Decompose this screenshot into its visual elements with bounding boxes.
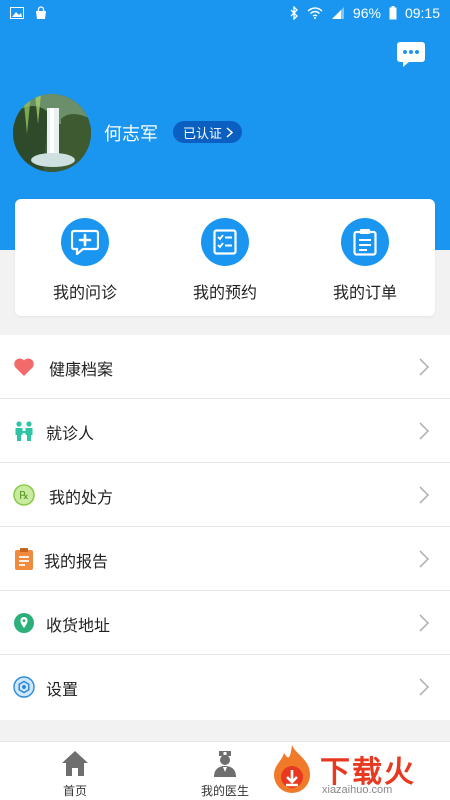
wifi-icon — [307, 7, 323, 19]
people-icon — [12, 419, 36, 443]
menu-item-label: 收货地址 — [46, 618, 111, 635]
settings-menu: 健康档案 就诊人 ℞ 我的处方 我的报告 收货地址 设置 — [0, 335, 450, 720]
location-pin-icon — [12, 611, 36, 635]
action-label: 我的订单 — [332, 285, 397, 302]
battery-icon — [389, 6, 397, 20]
consult-icon — [61, 218, 109, 266]
verified-label: 已认证 — [183, 125, 223, 141]
chevron-right-icon — [419, 678, 430, 696]
watermark-url: xiazaihuo.com — [322, 784, 393, 796]
menu-item-label: 就诊人 — [46, 426, 95, 443]
settings-icon — [12, 675, 36, 699]
home-icon — [62, 751, 88, 776]
checklist-icon — [201, 218, 249, 266]
my-consultations-button[interactable]: 我的问诊 — [15, 199, 155, 316]
clipboard-icon — [341, 218, 389, 266]
action-label: 我的预约 — [192, 285, 257, 302]
watermark-logo: 下载火 xiazaihuo.com — [262, 741, 450, 800]
flame-logo-icon — [274, 745, 310, 793]
menu-item-reports[interactable]: 我的报告 — [0, 527, 450, 591]
doctor-icon — [214, 751, 236, 777]
quick-actions-card: 我的问诊 我的预约 我的订单 — [15, 199, 435, 316]
menu-item-prescriptions[interactable]: ℞ 我的处方 — [0, 463, 450, 527]
bag-icon — [36, 6, 46, 19]
chevron-right-icon — [419, 614, 430, 632]
battery-percent: 96% — [352, 5, 381, 21]
menu-item-settings[interactable]: 设置 — [0, 655, 450, 719]
chevron-right-icon — [419, 550, 430, 568]
action-label: 我的问诊 — [52, 285, 117, 302]
menu-item-label: 我的处方 — [49, 490, 114, 507]
message-dots-icon[interactable] — [396, 40, 426, 70]
tab-home[interactable]: 首页 — [25, 742, 125, 800]
menu-item-label: 健康档案 — [49, 362, 114, 379]
chevron-right-icon — [419, 358, 430, 376]
user-name: 何志军 — [104, 124, 158, 144]
menu-item-shipping-address[interactable]: 收货地址 — [0, 591, 450, 655]
report-icon — [12, 547, 36, 571]
menu-item-health-records[interactable]: 健康档案 — [0, 335, 450, 399]
heart-icon — [12, 355, 36, 379]
clock: 09:15 — [404, 5, 440, 21]
my-appointments-button[interactable]: 我的预约 — [155, 199, 295, 316]
svg-text:℞: ℞ — [19, 490, 29, 502]
tab-label: 我的医生 — [200, 784, 249, 798]
my-orders-button[interactable]: 我的订单 — [295, 199, 435, 316]
avatar[interactable] — [13, 94, 91, 172]
verified-badge[interactable]: 已认证 — [173, 121, 243, 143]
menu-item-label: 我的报告 — [44, 554, 109, 571]
bluetooth-icon — [290, 6, 298, 20]
tab-my-doctor[interactable]: 我的医生 — [175, 742, 275, 800]
status-bar: 96% 09:15 — [0, 0, 450, 28]
chevron-right-icon — [419, 422, 430, 440]
signal-icon — [331, 7, 344, 19]
image-icon — [10, 7, 24, 19]
menu-item-label: 设置 — [46, 682, 79, 699]
menu-item-patients[interactable]: 就诊人 — [0, 399, 450, 463]
prescription-icon: ℞ — [12, 483, 36, 507]
chevron-right-icon — [419, 486, 430, 504]
chevron-right-icon — [226, 126, 234, 138]
tab-label: 首页 — [62, 784, 87, 798]
